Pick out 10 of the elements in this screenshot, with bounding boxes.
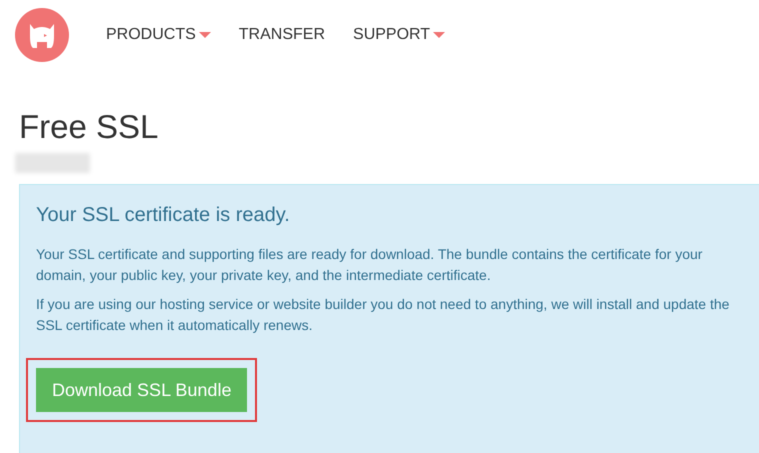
nav-link[interactable]: TRANSFER [238, 23, 326, 47]
caret-icon [433, 32, 446, 38]
nav-link[interactable]: PRODUCTS [106, 23, 211, 47]
caret-icon [198, 32, 211, 38]
alert-paragraph: Your SSL certificate and supporting files are ready for download. The bundle contains the certificate for your domain, your public key, your private key, and the intermediate certificate. [36, 245, 704, 285]
nav-link[interactable]: SUPPORT [353, 23, 446, 47]
alert-heading: Your SSL certificate is ready. [36, 203, 291, 228]
page-title: Free SSL [19, 107, 160, 147]
pig-logo-icon[interactable] [15, 8, 69, 62]
alert-paragraph: If you are using our hosting service or website builder you do not need to anything, we will install and update the SSL certificate when it automatically renews. [36, 295, 730, 335]
